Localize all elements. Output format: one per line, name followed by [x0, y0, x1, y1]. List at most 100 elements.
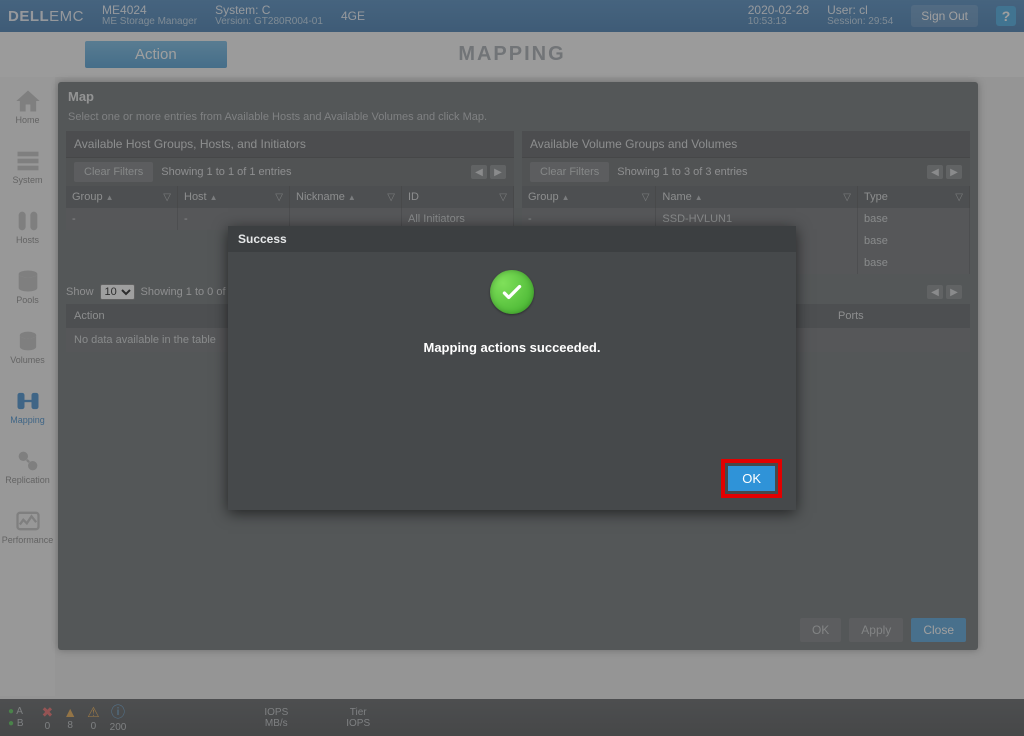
sidebar-item-replication[interactable]: Replication	[5, 447, 50, 485]
success-message: Mapping actions succeeded.	[424, 340, 601, 355]
sidebar-item-pools[interactable]: Pools	[12, 267, 44, 305]
app-root: DELLEMC ME4024 ME Storage Manager System…	[0, 0, 1024, 736]
iops-label: IOPS	[264, 707, 288, 718]
status-iops: IOPS MB/s	[264, 707, 288, 729]
datetime-info: 2020-02-28 10:53:13	[748, 4, 809, 27]
hosts-showing-text: Showing 1 to 1 of 1 entries	[161, 166, 291, 178]
sidebar-label-home: Home	[15, 115, 39, 125]
map-dialog-title: Map	[58, 82, 978, 111]
success-modal: Success Mapping actions succeeded. OK	[228, 226, 796, 510]
show-select[interactable]: 10	[100, 284, 135, 300]
hosts-next-arrow[interactable]: ▶	[490, 165, 506, 179]
volumes-panel-title: Available Volume Groups and Volumes	[522, 131, 970, 158]
sidebar-label-system: System	[12, 175, 42, 185]
sort-icon: ▲	[695, 193, 703, 202]
brand-dell: DELL	[8, 8, 49, 25]
success-check-icon	[490, 270, 534, 314]
hosts-col-nickname[interactable]: Nickname▲▽	[290, 186, 402, 208]
tier-iops-label: IOPS	[346, 718, 370, 729]
sidebar-label-replication: Replication	[5, 475, 50, 485]
status-bar: A B ✖0 ▲8 ⚠0 ⓘ200 IOPS MB/s Tier IOPS	[0, 699, 1024, 736]
mbs-label: MB/s	[265, 718, 288, 729]
map-apply-button[interactable]: Apply	[849, 618, 903, 642]
status-error[interactable]: ✖0	[42, 704, 54, 732]
home-icon	[12, 87, 44, 115]
volumes-col-type[interactable]: Type▽	[858, 186, 970, 208]
help-button[interactable]: ?	[996, 6, 1016, 26]
hosts-icon	[12, 207, 44, 235]
filter-icon: ▽	[499, 192, 507, 203]
status-alert[interactable]: ⚠0	[87, 704, 100, 732]
mapped-next-arrow[interactable]: ▶	[946, 285, 962, 299]
status-info[interactable]: ⓘ200	[110, 702, 127, 733]
map-dialog-instruction: Select one or more entries from Availabl…	[58, 111, 978, 131]
success-modal-title: Success	[228, 226, 796, 252]
status-icons: ✖0 ▲8 ⚠0 ⓘ200	[42, 702, 127, 733]
endpoint-info: 4GE	[341, 10, 365, 23]
mapping-icon	[12, 387, 44, 415]
sidebar-label-volumes: Volumes	[10, 355, 45, 365]
system-icon	[12, 147, 44, 175]
hosts-table-header: Group▲▽ Host▲▽ Nickname▲▽ ID▽	[66, 186, 514, 208]
hosts-col-host[interactable]: Host▲▽	[178, 186, 290, 208]
vol-cell: base	[858, 252, 970, 274]
volumes-next-arrow[interactable]: ▶	[946, 165, 962, 179]
mapped-col-ports[interactable]: Ports	[830, 304, 970, 328]
mapped-prev-arrow[interactable]: ◀	[927, 285, 943, 299]
vol-cell: base	[858, 208, 970, 230]
status-warn[interactable]: ▲8	[63, 704, 77, 731]
sort-icon: ▲	[210, 193, 218, 202]
volumes-table-header: Group▲▽ Name▲▽ Type▽	[522, 186, 970, 208]
volumes-col-name[interactable]: Name▲▽	[656, 186, 858, 208]
success-modal-body: Mapping actions succeeded.	[228, 252, 796, 355]
controller-a: A	[8, 706, 24, 717]
volumes-showing-text: Showing 1 to 3 of 3 entries	[617, 166, 747, 178]
sidebar-item-performance[interactable]: Performance	[2, 507, 54, 545]
map-ok-button[interactable]: OK	[800, 618, 841, 642]
brand-logo: DELLEMC	[8, 8, 84, 25]
top-header: DELLEMC ME4024 ME Storage Manager System…	[0, 0, 1024, 32]
sort-icon: ▲	[562, 193, 570, 202]
filter-icon: ▽	[275, 192, 283, 203]
replication-icon	[12, 447, 44, 475]
volumes-col-group[interactable]: Group▲▽	[522, 186, 656, 208]
map-close-button[interactable]: Close	[911, 618, 966, 642]
sidebar-item-system[interactable]: System	[12, 147, 44, 185]
sidebar-label-hosts: Hosts	[16, 235, 39, 245]
success-ok-button[interactable]: OK	[728, 466, 775, 491]
sidebar-item-hosts[interactable]: Hosts	[12, 207, 44, 245]
sidebar-item-home[interactable]: Home	[12, 87, 44, 125]
vol-cell: base	[858, 230, 970, 252]
action-button[interactable]: Action	[85, 41, 227, 68]
sidebar-item-mapping[interactable]: Mapping	[10, 387, 45, 425]
product-info: ME4024 ME Storage Manager	[102, 4, 197, 27]
volumes-icon	[12, 327, 44, 355]
system-info: System: C Version: GT280R004-01	[215, 4, 323, 27]
info-icon: ⓘ	[111, 702, 125, 722]
sort-icon: ▲	[106, 193, 114, 202]
hosts-col-group[interactable]: Group▲▽	[66, 186, 178, 208]
alert-icon: ⚠	[87, 704, 100, 721]
volumes-prev-arrow[interactable]: ◀	[927, 165, 943, 179]
sidebar-item-volumes[interactable]: Volumes	[10, 327, 45, 365]
sort-icon: ▲	[348, 193, 356, 202]
controller-status: A B	[8, 706, 24, 729]
version-value: Version: GT280R004-01	[215, 17, 323, 28]
hosts-clear-filters-button[interactable]: Clear Filters	[74, 162, 153, 182]
show-label: Show	[66, 286, 94, 298]
sub-header: Action MAPPING	[0, 32, 1024, 77]
sign-out-button[interactable]: Sign Out	[911, 5, 978, 27]
hosts-nav-arrows: ◀ ▶	[471, 165, 506, 179]
sidebar-label-performance: Performance	[2, 535, 54, 545]
volumes-filter-row: Clear Filters Showing 1 to 3 of 3 entrie…	[522, 158, 970, 186]
page-title: MAPPING	[458, 43, 565, 66]
error-icon: ✖	[42, 704, 54, 721]
endpoint-value: 4GE	[341, 10, 365, 23]
volumes-clear-filters-button[interactable]: Clear Filters	[530, 162, 609, 182]
success-modal-footer: OK	[721, 459, 782, 498]
hosts-col-id[interactable]: ID▽	[402, 186, 514, 208]
filter-icon: ▽	[163, 192, 171, 203]
hosts-prev-arrow[interactable]: ◀	[471, 165, 487, 179]
controller-b: B	[8, 718, 24, 729]
warning-icon: ▲	[63, 704, 77, 720]
